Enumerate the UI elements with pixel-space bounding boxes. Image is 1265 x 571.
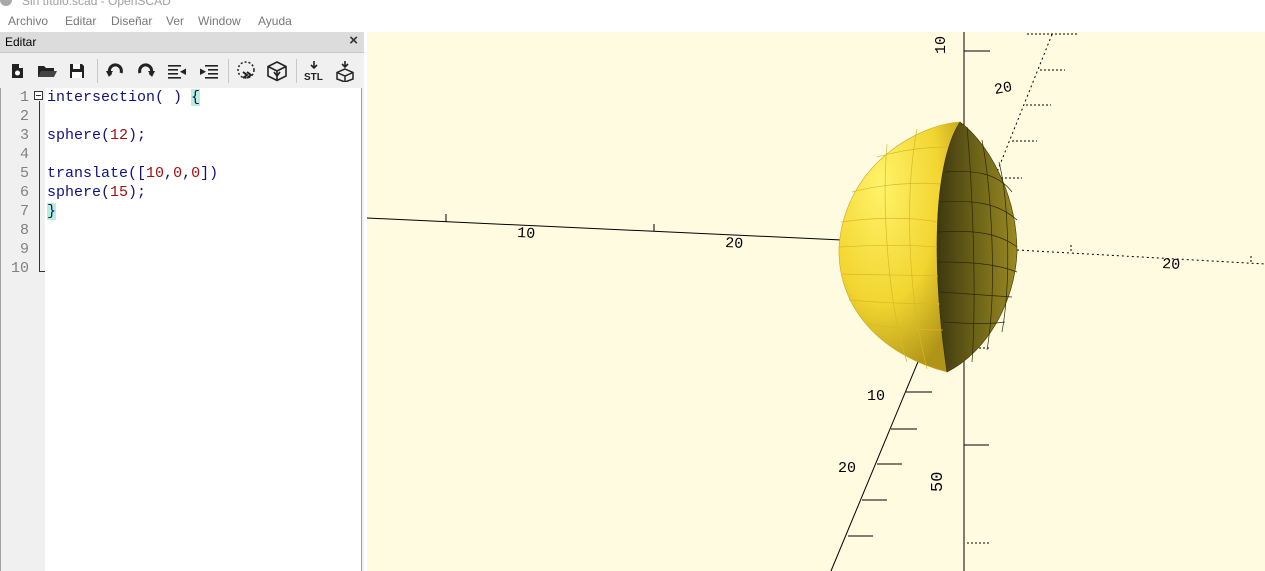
code-line[interactable]: 1 intersection( ) { [1,88,361,107]
axis-label: 10 [517,225,536,243]
render-cube-icon [267,61,287,82]
stl-icon: STL [304,61,323,82]
x-axis-positive [1016,249,1265,265]
line-number: 9 [19,241,29,258]
indent-button[interactable] [196,58,222,84]
save-file-button[interactable] [64,58,90,84]
stl-label: STL [304,72,323,82]
folder-open-icon [38,66,57,77]
preview-icon [237,61,255,79]
title-bar: Sin título.scad - OpenSCAD [0,0,1265,8]
print-cube-icon [336,61,354,82]
menu-window[interactable]: Window [198,14,241,28]
undo-button[interactable] [102,58,128,84]
menu-editar[interactable]: Editar [65,14,96,28]
axis-label: 20 [838,460,856,477]
new-file-icon [12,64,23,78]
preview-button[interactable] [233,58,259,84]
code-editor[interactable]: 1 intersection( ) { 2 3 sphere(12); 4 5 … [0,88,362,571]
menu-ver[interactable]: Ver [166,14,184,28]
openscad-app-icon [0,0,12,6]
line-number: 10 [10,260,29,277]
code-line[interactable]: 6 sphere(15); [1,183,361,202]
axis-label: 20 [1162,256,1181,274]
editor-dock-header: Editar × [0,32,364,53]
indent-icon [200,65,218,79]
viewport-canvas: 10 20 20 10 20 30 50 10 20 [367,32,1265,571]
toolbar-separator [228,59,229,83]
unindent-icon [168,65,186,79]
window-title: Sin título.scad - OpenSCAD [22,0,171,8]
line-number: 7 [19,203,29,220]
x-axis-negative [367,217,843,241]
line-number: 6 [19,184,29,201]
axis-label: 20 [993,79,1014,99]
axis-label: 50 [929,472,948,492]
new-file-button[interactable] [4,58,30,84]
line-number: 5 [19,165,29,182]
menu-archivo[interactable]: Archivo [8,14,48,28]
close-editor-button[interactable]: × [349,33,358,49]
line-number: 4 [19,146,29,163]
code-text: sphere(15); [47,184,147,201]
undo-icon [106,63,123,77]
code-line[interactable]: 8 [1,221,361,240]
export-stl-button[interactable]: STL [301,58,327,84]
line-number: 2 [19,108,29,125]
editor-panel: Editar × STL 1 intersection() {2 3 sph… [0,32,364,571]
code-line[interactable]: 3 sphere(12); [1,126,361,145]
editor-dock-title: Editar [5,35,37,49]
menu-ayuda[interactable]: Ayuda [258,14,292,28]
open-file-button[interactable] [34,58,60,84]
axis-label: 10 [933,36,950,54]
code-text: sphere(12); [47,127,147,144]
x-axis-ticks [445,214,655,231]
redo-icon [138,63,155,77]
menu-bar: Archivo Editar Diseñar Ver Window Ayuda [0,10,1265,32]
code-line[interactable]: 10 [1,259,361,278]
y-axis-positive-ticks [997,33,1252,263]
menu-disenar[interactable]: Diseñar [111,14,152,28]
line-number: 3 [19,127,29,144]
editor-toolbar: STL [0,53,364,87]
line-number: 1 [19,89,29,106]
code-line[interactable]: 4 [1,145,361,164]
save-icon [70,64,84,78]
3d-viewport[interactable]: 10 20 20 10 20 30 50 10 20 [367,32,1265,571]
redo-button[interactable] [133,58,159,84]
toolbar-separator [296,59,297,83]
y-axis-ticks [848,391,932,537]
code-text: } [47,203,57,220]
code-line[interactable]: 5 translate([10,0,0]) [1,164,361,183]
code-line[interactable]: 7 } [1,202,361,221]
intersection-solid [838,121,1018,373]
axis-label: 20 [725,235,744,253]
render-button[interactable] [264,58,290,84]
fold-toggle[interactable] [34,91,43,100]
axis-label: 10 [867,388,885,405]
code-line[interactable]: 2 [1,107,361,126]
toolbar-separator [97,59,98,83]
line-number: 8 [19,222,29,239]
unindent-button[interactable] [164,58,190,84]
send-to-print-button[interactable] [332,58,358,84]
code-text: translate([10,0,0]) [47,165,219,182]
code-line[interactable]: 9 [1,240,361,259]
code-text: intersection( ) { [47,89,201,106]
